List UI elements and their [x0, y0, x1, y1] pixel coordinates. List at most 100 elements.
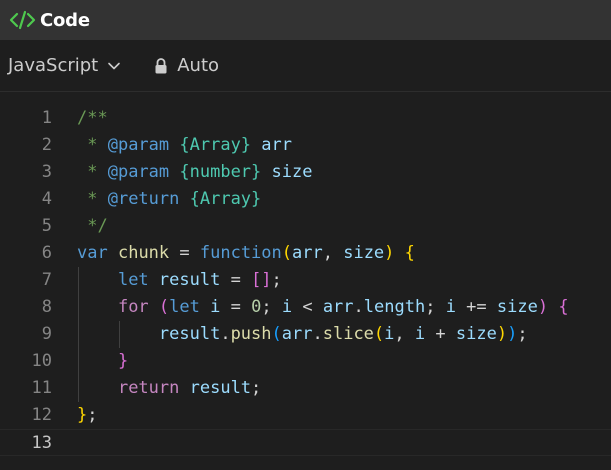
code-token: size — [271, 162, 313, 182]
code-token: ( — [271, 324, 282, 344]
code-token: . — [220, 324, 231, 344]
code-line[interactable]: 3 * @param {number} size — [0, 159, 611, 186]
code-token: slice — [322, 324, 374, 344]
code-token: {Array} — [179, 135, 252, 155]
code-token: ( — [373, 324, 385, 344]
code-token: i — [384, 324, 395, 344]
code-line[interactable]: 8 for (let i = 0; i < arr.length; i += s… — [0, 294, 611, 321]
code-line[interactable]: 4 * @return {Array} — [0, 186, 611, 213]
line-content: * @param {Array} arr — [77, 132, 292, 159]
code-token: size — [455, 324, 497, 344]
line-number: 2 — [41, 135, 52, 155]
code-token: arr — [322, 297, 354, 317]
code-token: * — [77, 189, 108, 209]
code-line[interactable]: 9 result.push(arr.slice(i, i + size)); — [0, 321, 611, 348]
language-label: JavaScript — [8, 55, 99, 76]
panel-header: Code — [0, 0, 611, 40]
line-number: 10 — [31, 351, 52, 371]
code-line[interactable]: 6 var chunk = function(arr, size) { — [0, 240, 611, 267]
line-content: for (let i = 0; i < arr.length; i += siz… — [77, 294, 569, 321]
code-token: = — [169, 243, 200, 263]
line-content: var chunk = function(arr, size) { — [77, 240, 415, 267]
code-line[interactable]: 10 } — [0, 348, 611, 375]
code-token: function — [199, 243, 282, 263]
mode-label: Auto — [177, 55, 220, 76]
code-token: ) — [384, 243, 395, 263]
code-token: { — [404, 243, 415, 263]
code-token: */ — [77, 216, 108, 236]
code-token: i — [281, 297, 293, 317]
code-token: , — [394, 324, 415, 344]
panel-title: Code — [40, 9, 90, 31]
code-line[interactable]: 13 — [0, 429, 611, 456]
code-token: ; — [425, 297, 446, 317]
line-number: 13 — [31, 433, 52, 453]
code-token: { — [558, 297, 569, 317]
code-token: ( — [281, 243, 293, 263]
line-number: 9 — [41, 324, 52, 344]
code-token: ; — [87, 405, 98, 425]
code-token: size — [496, 297, 538, 317]
code-token: ) — [507, 324, 518, 344]
code-token: } — [77, 405, 88, 425]
code-token: chunk — [117, 243, 170, 263]
line-number: 6 — [41, 243, 52, 263]
line-number: 11 — [31, 378, 52, 398]
code-icon — [9, 10, 37, 30]
line-number: 4 — [41, 189, 52, 209]
code-token: [] — [251, 270, 272, 290]
language-select[interactable]: JavaScript — [8, 55, 121, 76]
line-number: 8 — [41, 297, 52, 317]
code-token: + — [425, 324, 456, 344]
code-token: length — [363, 297, 426, 317]
code-token: push — [230, 324, 272, 344]
code-line[interactable]: 2 * @param {Array} arr — [0, 132, 611, 159]
code-line[interactable]: 7 let result = []; — [0, 267, 611, 294]
chevron-down-icon — [107, 59, 121, 73]
code-token: {number} — [179, 162, 262, 182]
code-token: ; — [251, 378, 262, 398]
mode-indicator[interactable]: Auto — [153, 55, 219, 76]
code-token: let — [117, 270, 149, 290]
code-token: result — [189, 378, 252, 398]
code-token: , — [322, 243, 344, 263]
code-token: size — [343, 243, 385, 263]
code-token: * — [77, 135, 108, 155]
line-content: }; — [77, 402, 98, 429]
code-line[interactable]: 11 return result; — [0, 375, 611, 402]
line-content: return result; — [77, 375, 261, 402]
code-line[interactable]: 5 */ — [0, 213, 611, 240]
code-token: * — [77, 162, 108, 182]
line-number: 5 — [41, 216, 52, 236]
code-token: {Array} — [189, 189, 262, 209]
code-line[interactable]: 1 /** — [0, 105, 611, 132]
code-token: . — [312, 324, 323, 344]
editor-toolbar: JavaScript Auto — [0, 40, 611, 92]
code-token: < — [292, 297, 323, 317]
code-token: } — [117, 351, 129, 371]
code-token: @return — [107, 189, 180, 209]
code-token: arr — [261, 135, 293, 155]
line-content: result.push(arr.slice(i, i + size)); — [77, 321, 528, 348]
code-panel: Code JavaScript Auto 1 /** 2 * @param {Arr… — [0, 0, 611, 470]
line-number: 7 — [41, 270, 52, 290]
code-line[interactable]: 12}; — [0, 402, 611, 429]
code-token: result — [158, 270, 221, 290]
code-token: ; — [517, 324, 528, 344]
code-token: 0 — [251, 297, 262, 317]
line-content: * @param {number} size — [77, 159, 312, 186]
code-token: @param — [107, 162, 170, 182]
code-editor[interactable]: 1/** 2 * @param {Array} arr 3 * @param {nu… — [0, 93, 611, 470]
